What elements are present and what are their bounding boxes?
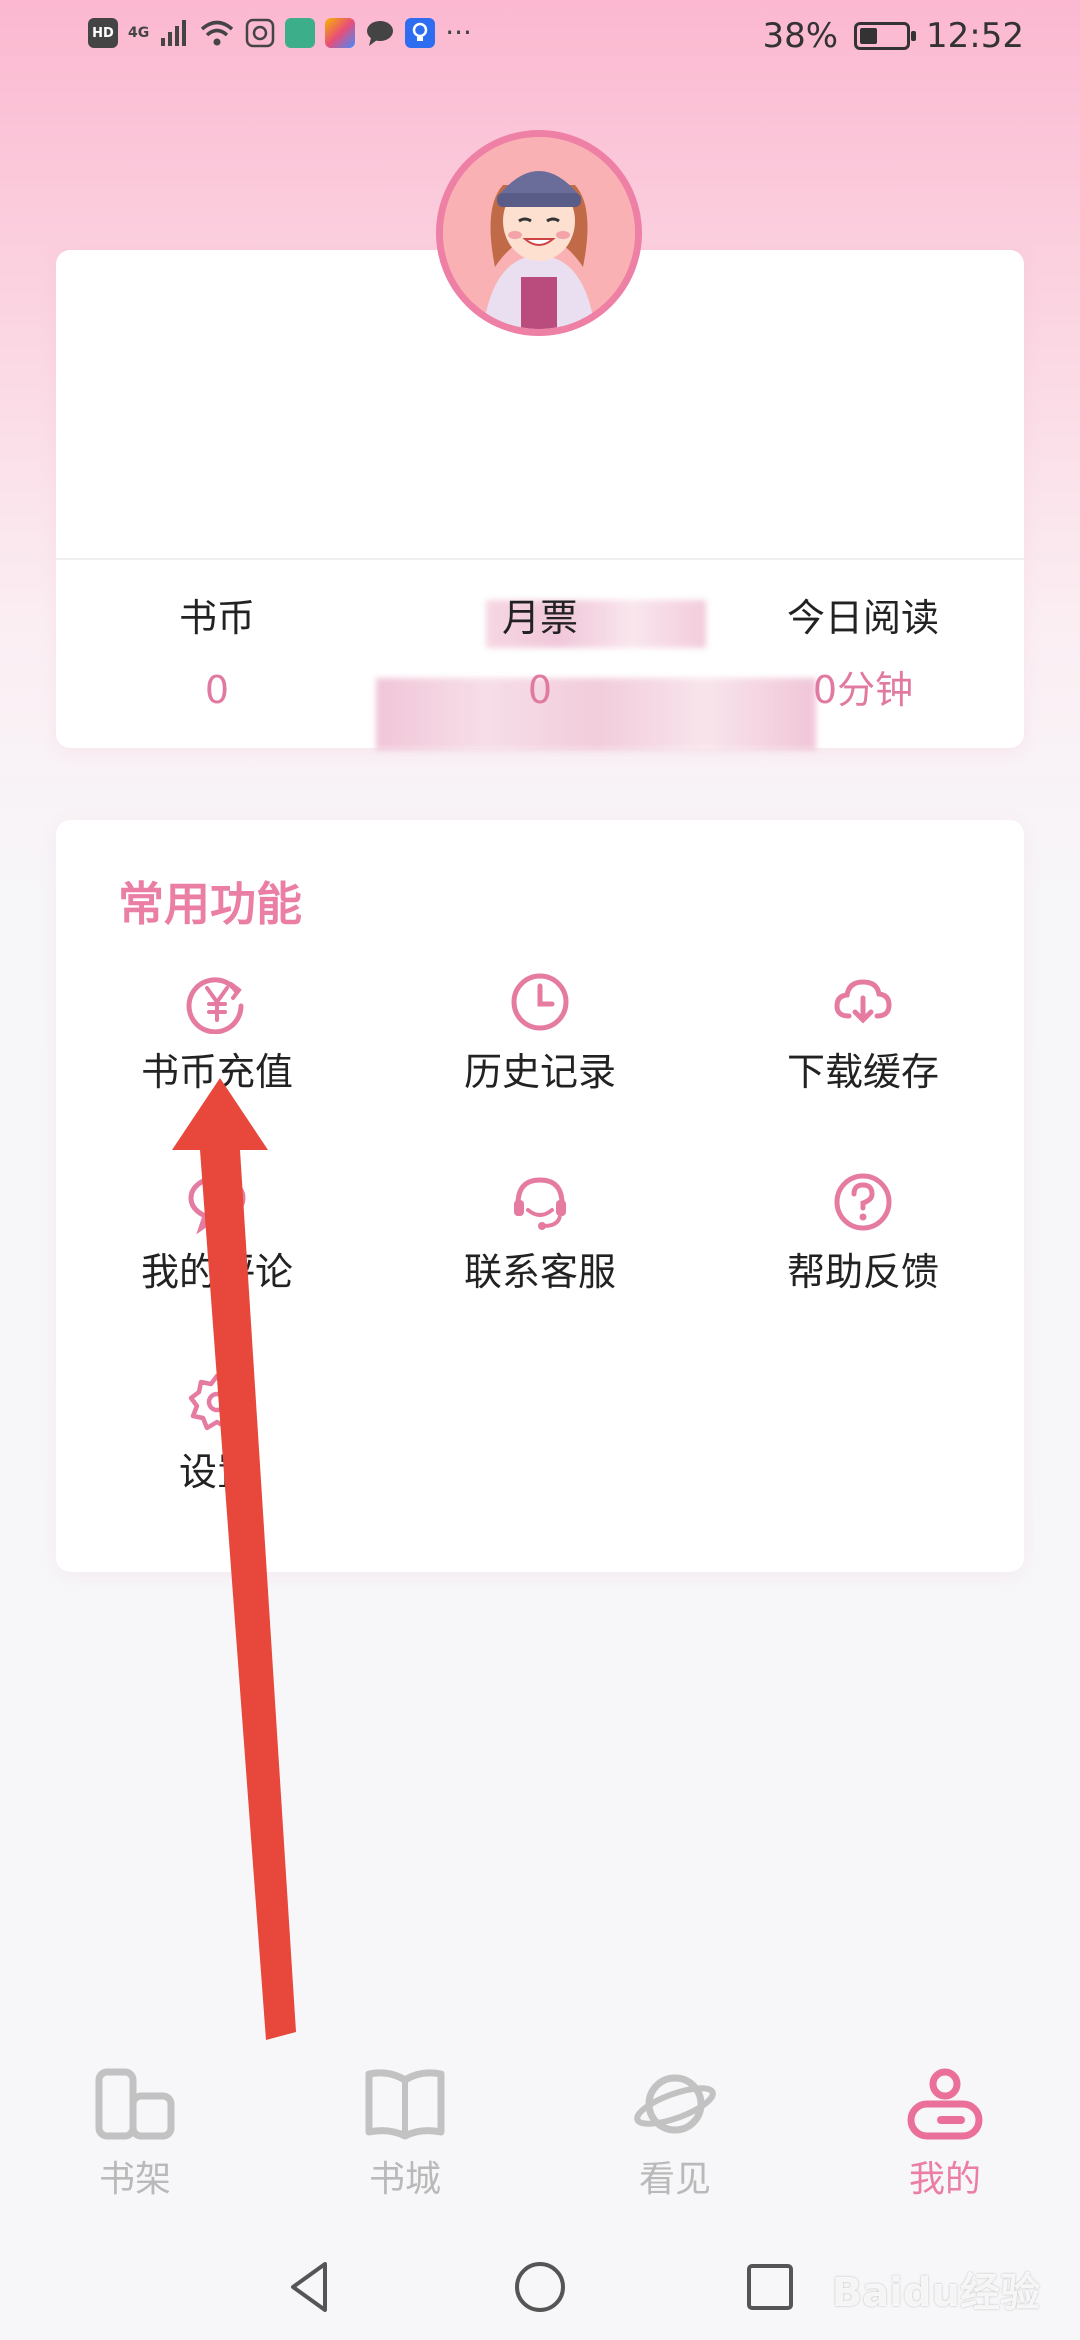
clock: 12:52	[926, 16, 1024, 56]
bulb-app-icon	[405, 18, 436, 48]
avatar-illustration	[443, 137, 635, 329]
headset-icon	[514, 1177, 566, 1230]
wifi-icon	[201, 20, 234, 46]
tab-mine[interactable]: 我的	[810, 2066, 1080, 2204]
signal-icon	[161, 20, 187, 46]
chat-icon	[367, 21, 394, 46]
tab-label: 书城	[368, 2159, 441, 2200]
profile-divider	[56, 558, 1024, 560]
func-customer-service[interactable]: 联系客服	[379, 1170, 701, 1298]
func-settings[interactable]: 设置	[56, 1370, 378, 1498]
func-label: 我的评论	[140, 1250, 293, 1294]
stat-label: 书币	[178, 596, 255, 640]
status-right: 38% 12:52	[762, 16, 1024, 56]
user-avatar[interactable]	[436, 130, 642, 336]
func-my-comments[interactable]: 我的评论	[56, 1170, 378, 1298]
clock-icon	[511, 973, 569, 1031]
colorful-app-icon	[325, 18, 356, 48]
func-label: 联系客服	[463, 1250, 616, 1294]
gear-icon	[188, 1373, 246, 1431]
tab-label: 书架	[98, 2159, 171, 2200]
tab-label: 看见	[638, 2159, 711, 2200]
battery-icon	[854, 22, 917, 50]
planet-icon	[634, 2074, 716, 2134]
coin-recharge-icon	[186, 977, 244, 1034]
bookshelf-icon	[95, 2068, 175, 2140]
more-notifications-icon: ···	[445, 16, 472, 49]
tab-discover[interactable]: 看见	[540, 2066, 810, 2204]
cloud-download-icon	[834, 979, 892, 1024]
func-coin-recharge[interactable]: 书币充值	[56, 970, 378, 1098]
stat-today-reading[interactable]: 今日阅读 0分钟	[702, 590, 1024, 718]
func-download-cache[interactable]: 下载缓存	[702, 970, 1024, 1098]
stat-value: 0	[527, 668, 553, 712]
app-notify-icon	[245, 18, 275, 48]
recents-icon[interactable]	[735, 2252, 805, 2322]
profile-icon	[907, 2068, 983, 2140]
func-label: 书币充值	[140, 1050, 293, 1094]
open-book-icon	[365, 2069, 445, 2140]
section-title: 常用功能	[118, 877, 302, 931]
stat-book-coins[interactable]: 书币 0	[56, 590, 378, 718]
tab-bookshelf[interactable]: 书架	[0, 2066, 270, 2204]
baidu-watermark: Baidu经验	[831, 2270, 1040, 2316]
func-label: 历史记录	[463, 1050, 616, 1094]
reader-app-icon	[285, 18, 316, 48]
comment-icon	[188, 1175, 246, 1234]
stat-label: 今日阅读	[786, 596, 939, 640]
tab-bookstore[interactable]: 书城	[270, 2066, 540, 2204]
battery-percent: 38%	[762, 16, 839, 56]
battery-level	[860, 28, 877, 44]
question-icon	[834, 1173, 892, 1231]
func-help-feedback[interactable]: 帮助反馈	[702, 1170, 1024, 1298]
back-icon[interactable]	[275, 2252, 345, 2322]
hd-icon: HD	[88, 18, 118, 48]
network-type: 4G	[128, 25, 150, 41]
stat-value: 0	[204, 668, 230, 712]
status-icons: HD 4G ···	[88, 18, 472, 48]
func-history[interactable]: 历史记录	[379, 970, 701, 1098]
tab-label: 我的	[908, 2159, 981, 2200]
common-functions-card: 常用功能 书币充值 历史记录 下载缓存 我的评论 联系客服 帮助反馈 设置	[56, 820, 1024, 1572]
stat-label: 月票	[501, 596, 578, 640]
func-label: 设置	[178, 1450, 255, 1494]
stat-monthly-tickets[interactable]: 月票 0	[379, 590, 701, 718]
bottom-tab-bar: 书架 书城 看见 我的	[0, 2040, 1080, 2230]
stat-value: 0分钟	[812, 668, 914, 712]
func-label: 帮助反馈	[786, 1250, 939, 1294]
func-label: 下载缓存	[786, 1050, 939, 1094]
status-bar: HD 4G ··· 38% 12:52	[0, 0, 1080, 80]
home-icon[interactable]	[505, 2252, 575, 2322]
